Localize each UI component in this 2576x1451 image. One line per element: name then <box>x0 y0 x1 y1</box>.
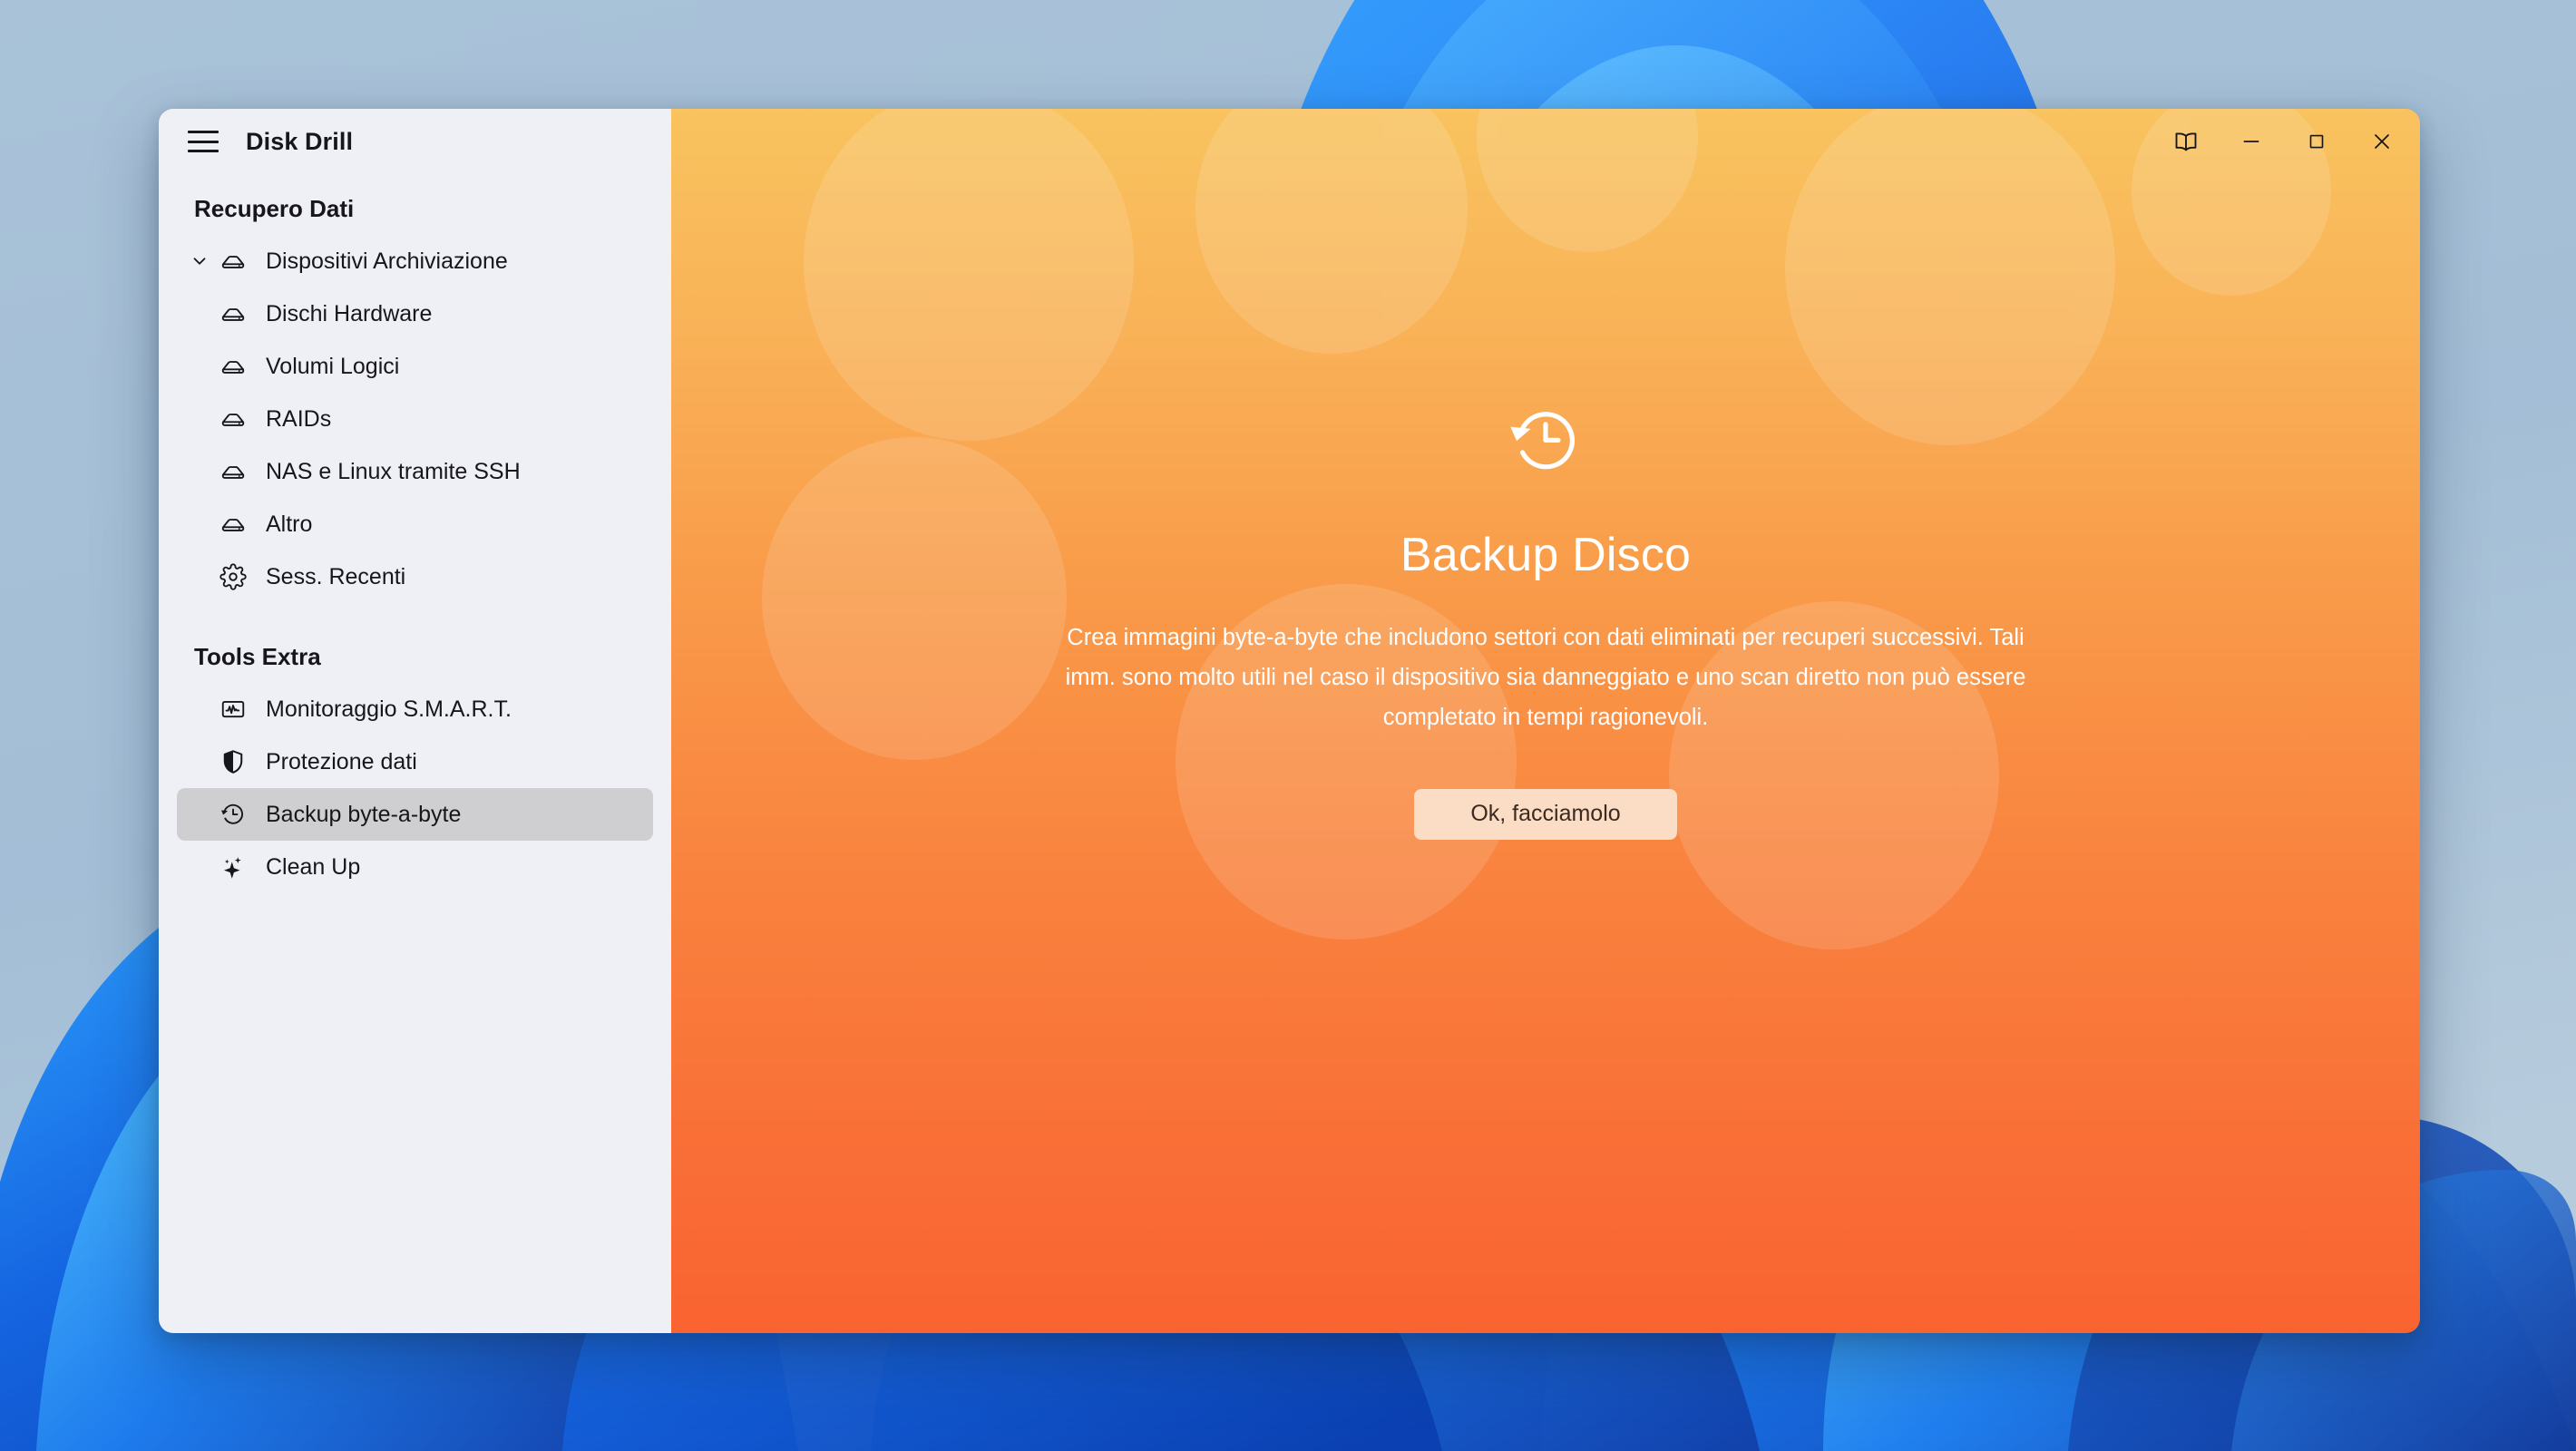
drive-icon <box>215 511 251 538</box>
drive-icon <box>215 458 251 485</box>
history-clock-icon <box>1507 401 1585 479</box>
hero-content: Backup Disco Crea immagini byte-a-byte c… <box>671 109 2420 1333</box>
sidebar-item-label: Dischi Hardware <box>266 300 433 326</box>
sidebar-item-nas-e-linux-tramite-ssh[interactable]: NAS e Linux tramite SSH <box>177 445 653 498</box>
sparkle-icon <box>215 853 251 881</box>
drive-icon <box>215 405 251 433</box>
sidebar-item-backup-byte-a-byte[interactable]: Backup byte-a-byte <box>177 788 653 841</box>
sidebar-list-tools-extra: Monitoraggio S.M.A.R.T. Protezione dati … <box>159 683 671 893</box>
sidebar-item-label: Clean Up <box>266 853 361 880</box>
history-clock-icon <box>215 801 251 828</box>
page-description: Crea immagini byte-a-byte che includono … <box>1065 625 2026 730</box>
sidebar-item-monitoraggio-smart[interactable]: Monitoraggio S.M.A.R.T. <box>177 683 653 735</box>
pulse-monitor-icon <box>215 696 251 723</box>
sidebar-item-label: Dispositivi Archiviazione <box>266 248 508 274</box>
minimize-icon[interactable] <box>2219 113 2284 170</box>
sidebar-item-dischi-hardware[interactable]: Dischi Hardware <box>177 287 653 340</box>
sidebar-item-volumi-logici[interactable]: Volumi Logici <box>177 340 653 393</box>
sidebar-item-label: Monitoraggio S.M.A.R.T. <box>266 696 512 722</box>
sidebar-item-label: Volumi Logici <box>266 353 400 379</box>
sidebar-item-label: Altro <box>266 511 313 537</box>
sidebar-item-label: Backup byte-a-byte <box>266 801 462 827</box>
sidebar-item-label: NAS e Linux tramite SSH <box>266 458 521 484</box>
sidebar-item-label: Protezione dati <box>266 748 417 774</box>
hamburger-icon[interactable] <box>188 131 219 152</box>
sidebar-item-label: RAIDs <box>266 405 332 432</box>
chevron-down-icon[interactable] <box>184 251 215 271</box>
sidebar-section-title-tools-extra: Tools Extra <box>194 642 321 670</box>
sidebar-item-clean-up[interactable]: Clean Up <box>177 841 653 893</box>
disk-drill-window: Disk Drill Recupero Dati Dispositivi Arc… <box>159 109 2420 1333</box>
shield-icon <box>215 748 251 775</box>
sidebar-list-recupero-dati: Dispositivi Archiviazione Dischi Hardwar… <box>159 235 671 603</box>
sidebar-item-raids[interactable]: RAIDs <box>177 393 653 445</box>
sidebar-item-protezione-dati[interactable]: Protezione dati <box>177 735 653 788</box>
drive-icon <box>215 300 251 327</box>
window-controls <box>2153 109 2420 174</box>
drive-icon <box>215 353 251 380</box>
app-title: Disk Drill <box>246 127 354 155</box>
close-icon[interactable] <box>2349 113 2415 170</box>
drive-icon <box>215 248 251 275</box>
maximize-icon[interactable] <box>2284 113 2349 170</box>
sidebar-item-dispositivi-archiviazione[interactable]: Dispositivi Archiviazione <box>177 235 653 287</box>
gear-icon <box>215 563 251 590</box>
sidebar-titlebar: Disk Drill <box>159 109 671 174</box>
sidebar-item-sess-recenti[interactable]: Sess. Recenti <box>177 550 653 603</box>
sidebar: Disk Drill Recupero Dati Dispositivi Arc… <box>159 109 671 1333</box>
sidebar-item-label: Sess. Recenti <box>266 563 406 589</box>
page-title: Backup Disco <box>1400 529 1692 581</box>
sidebar-section-title-recupero-dati: Recupero Dati <box>194 194 355 222</box>
main-panel: Backup Disco Crea immagini byte-a-byte c… <box>671 109 2420 1333</box>
sidebar-item-altro[interactable]: Altro <box>177 498 653 550</box>
docs-book-icon[interactable] <box>2153 113 2219 170</box>
ok-lets-do-it-button[interactable]: Ok, facciamolo <box>1414 788 1677 840</box>
